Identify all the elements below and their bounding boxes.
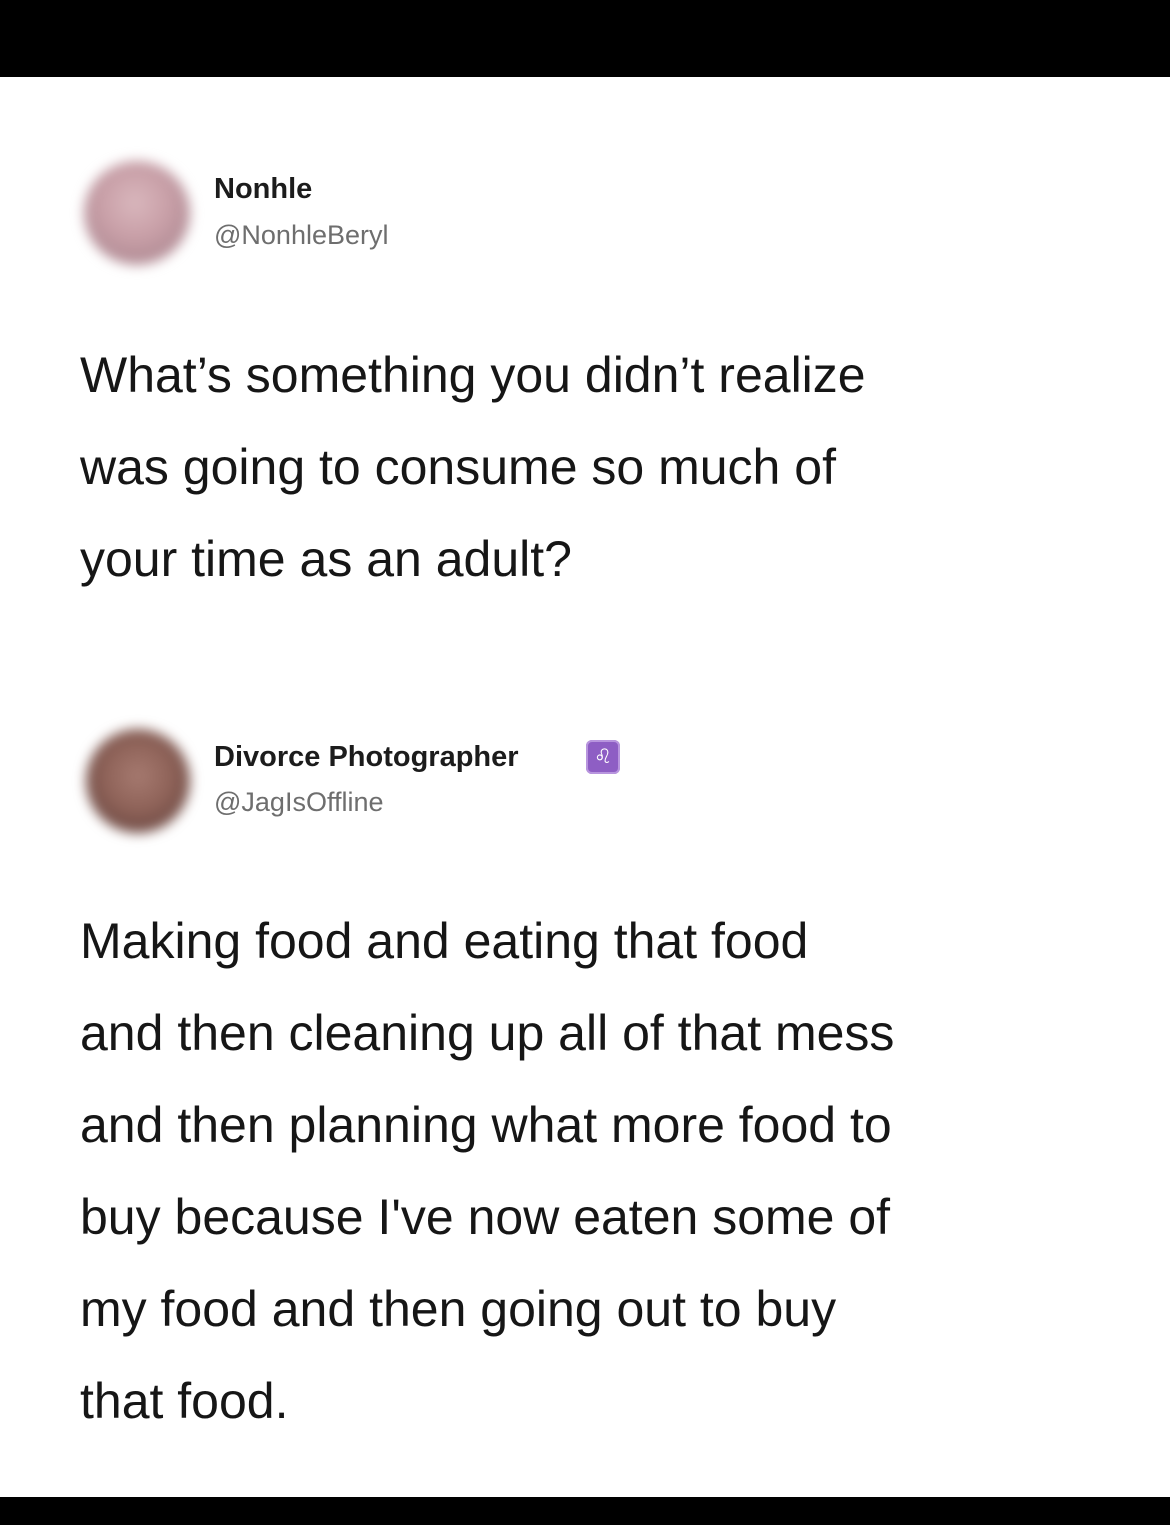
zodiac-badge-icon: ♌ bbox=[586, 740, 620, 774]
tweet-text-line: my food and then going out to buy bbox=[80, 1281, 837, 1337]
tweet-text-line: was going to consume so much of bbox=[80, 439, 836, 495]
display-name[interactable]: Divorce Photographer bbox=[214, 741, 519, 774]
display-name[interactable]: Nonhle bbox=[214, 173, 312, 206]
top-black-bar bbox=[0, 0, 1170, 77]
bottom-black-bar bbox=[0, 1497, 1170, 1525]
tweet-text-line: buy because I've now eaten some of bbox=[80, 1189, 891, 1245]
tweet-text-line: What’s something you didn’t realize bbox=[80, 347, 866, 403]
user-handle[interactable]: @JagIsOffline bbox=[214, 787, 384, 818]
avatar[interactable] bbox=[84, 161, 190, 265]
user-handle[interactable]: @NonhleBeryl bbox=[214, 220, 389, 251]
tweet-text: Making food and eating that food and the… bbox=[80, 895, 1120, 1447]
tweet-text-line: Making food and eating that food bbox=[80, 913, 809, 969]
tweet-text-line: that food. bbox=[80, 1373, 289, 1429]
avatar[interactable] bbox=[86, 729, 190, 833]
screenshot-canvas: Nonhle @NonhleBeryl What’s something you… bbox=[0, 77, 1170, 1497]
tweet-text: What’s something you didn’t realize was … bbox=[80, 329, 1120, 605]
tweet-text-line: and then planning what more food to bbox=[80, 1097, 892, 1153]
tweet-text-line: and then cleaning up all of that mess bbox=[80, 1005, 895, 1061]
tweet-text-line: your time as an adult? bbox=[80, 531, 572, 587]
